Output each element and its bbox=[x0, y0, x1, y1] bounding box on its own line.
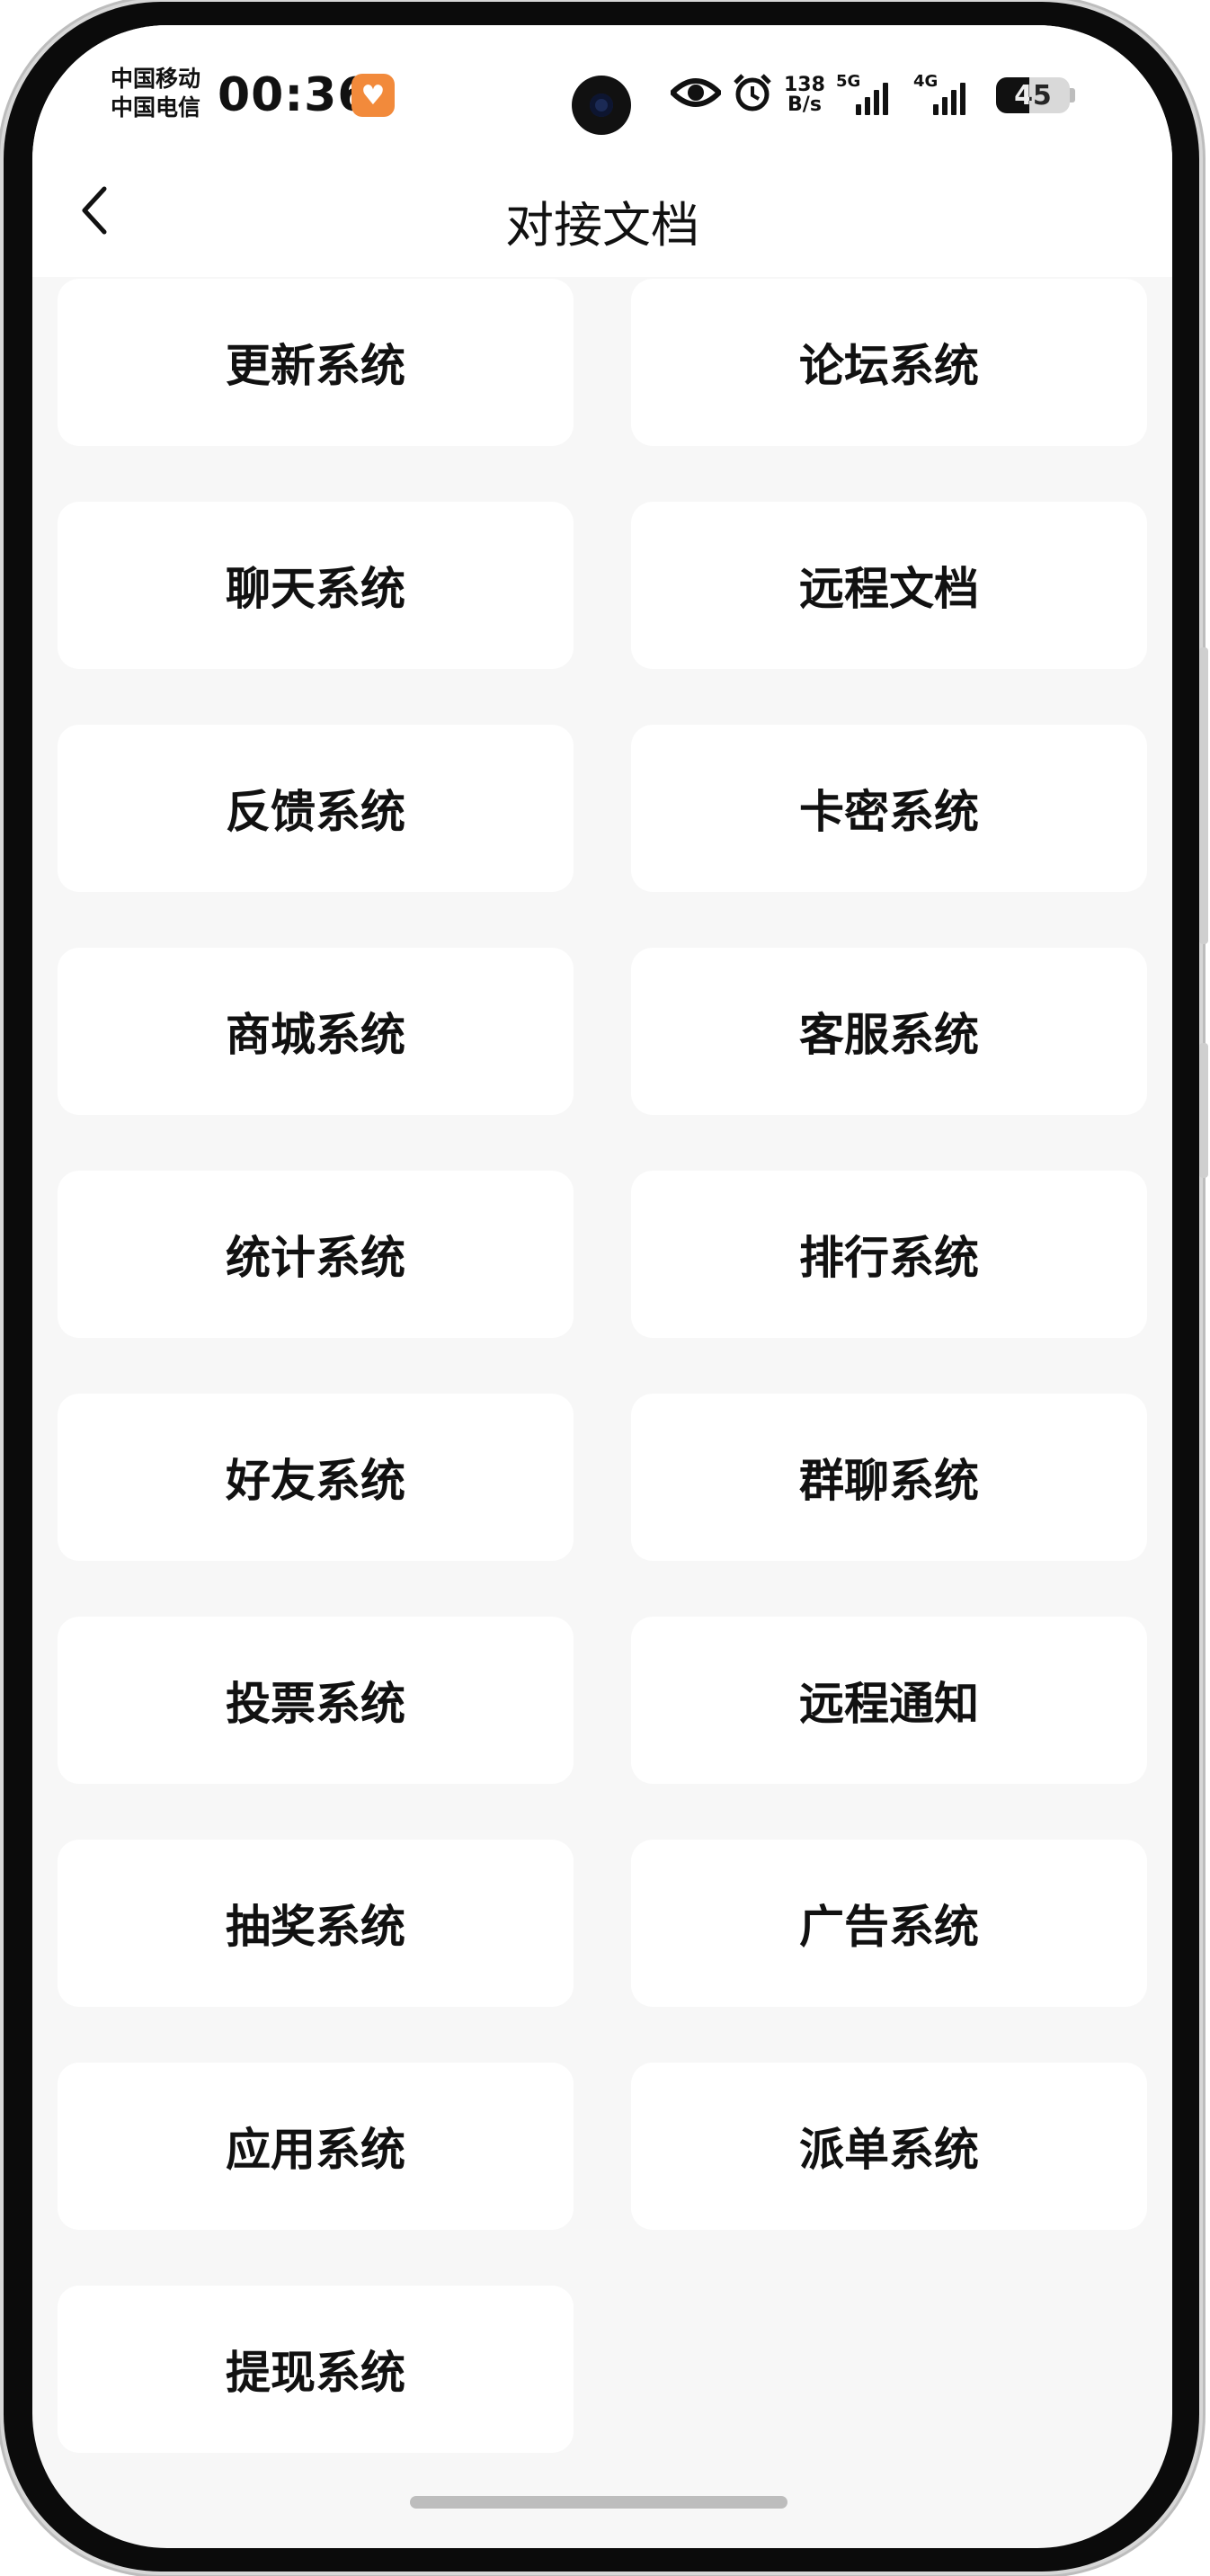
doc-card[interactable]: 卡密系统 bbox=[631, 725, 1147, 892]
signal-5g-label: 5G bbox=[835, 72, 861, 91]
signal-bar bbox=[941, 97, 948, 115]
doc-card[interactable]: 提现系统 bbox=[58, 2286, 574, 2453]
doc-card[interactable]: 远程文档 bbox=[631, 502, 1147, 669]
battery-tip bbox=[1069, 88, 1075, 103]
net-speed-value: 138 bbox=[784, 74, 825, 96]
doc-card-label: 好友系统 bbox=[226, 1455, 405, 1507]
signal-bar bbox=[882, 83, 888, 115]
doc-card[interactable]: 统计系统 bbox=[58, 1171, 574, 1338]
net-speed: 138 B/s bbox=[784, 76, 825, 115]
page-header: 对接文档 bbox=[32, 142, 1172, 277]
doc-card[interactable]: 排行系统 bbox=[631, 1171, 1147, 1338]
status-icons: 138 B/s 5G 4G 45 bbox=[668, 68, 1075, 122]
signal-4g-label: 4G bbox=[912, 72, 939, 91]
doc-card-label: 投票系统 bbox=[226, 1678, 405, 1730]
doc-card[interactable]: 商城系统 bbox=[58, 948, 574, 1115]
status-time: 00:36 bbox=[218, 68, 371, 122]
doc-card-label: 更新系统 bbox=[226, 340, 405, 392]
doc-card-label: 广告系统 bbox=[799, 1901, 979, 1953]
signal-bar bbox=[932, 104, 939, 115]
doc-card-label: 远程文档 bbox=[799, 563, 979, 615]
carrier-2: 中国电信 bbox=[111, 94, 201, 120]
doc-card[interactable]: 广告系统 bbox=[631, 1840, 1147, 2007]
doc-card[interactable]: 派单系统 bbox=[631, 2063, 1147, 2230]
battery-indicator: 45 bbox=[991, 77, 1075, 113]
camera-lens bbox=[590, 94, 613, 117]
signal-5g: 5G bbox=[836, 72, 903, 115]
doc-card-label: 聊天系统 bbox=[226, 563, 405, 615]
doc-card-label: 卡密系统 bbox=[799, 786, 979, 838]
doc-card[interactable]: 更新系统 bbox=[58, 279, 574, 446]
status-bar: 中国移动 中国电信 00:36 ♥ 138 B/s 5G 4G 45 bbox=[32, 25, 1172, 142]
doc-card-label: 反馈系统 bbox=[226, 786, 405, 838]
doc-card[interactable]: 抽奖系统 bbox=[58, 1840, 574, 2007]
doc-card[interactable]: 聊天系统 bbox=[58, 502, 574, 669]
doc-card[interactable]: 反馈系统 bbox=[58, 725, 574, 892]
home-indicator[interactable] bbox=[410, 2496, 787, 2509]
doc-grid: 更新系统 论坛系统聊天系统 远程文档反馈系统 卡密系统商城系统 客服系统统计系统 排行系统… bbox=[58, 279, 1147, 2453]
battery-percent: 45 bbox=[1014, 79, 1052, 111]
doc-card-label: 抽奖系统 bbox=[226, 1901, 405, 1953]
doc-card[interactable]: 论坛系统 bbox=[631, 279, 1147, 446]
alarm-icon bbox=[732, 72, 773, 120]
heart-icon: ♥ bbox=[351, 74, 395, 117]
doc-card-label: 客服系统 bbox=[799, 1009, 979, 1061]
volume-button bbox=[1199, 647, 1208, 944]
signal-4g: 4G bbox=[913, 72, 980, 115]
signal-bar bbox=[864, 97, 870, 115]
signal-bar bbox=[855, 104, 861, 115]
doc-card-label: 排行系统 bbox=[799, 1232, 979, 1284]
doc-card-label: 派单系统 bbox=[799, 2124, 979, 2176]
carrier-1: 中国移动 bbox=[111, 66, 201, 92]
doc-card[interactable]: 客服系统 bbox=[631, 948, 1147, 1115]
page-title: 对接文档 bbox=[505, 197, 699, 254]
doc-card[interactable]: 好友系统 bbox=[58, 1394, 574, 1561]
signal-bar bbox=[959, 83, 965, 115]
doc-card-label: 应用系统 bbox=[226, 2124, 405, 2176]
doc-card[interactable]: 群聊系统 bbox=[631, 1394, 1147, 1561]
doc-card-label: 统计系统 bbox=[226, 1232, 405, 1284]
screen: 中国移动 中国电信 00:36 ♥ 138 B/s 5G 4G 45 对接文档 … bbox=[32, 25, 1172, 2548]
signal-bar bbox=[950, 90, 956, 115]
doc-card[interactable]: 远程通知 bbox=[631, 1617, 1147, 1784]
front-camera bbox=[572, 76, 631, 135]
doc-card-label: 提现系统 bbox=[226, 2347, 405, 2399]
net-speed-unit: B/s bbox=[787, 94, 822, 116]
doc-card-label: 远程通知 bbox=[799, 1678, 979, 1730]
phone-device: 中国移动 中国电信 00:36 ♥ 138 B/s 5G 4G 45 对接文档 … bbox=[0, 0, 1210, 2576]
doc-card-label: 群聊系统 bbox=[799, 1455, 979, 1507]
power-button bbox=[1199, 1043, 1208, 1178]
doc-card[interactable]: 应用系统 bbox=[58, 2063, 574, 2230]
signal-bar bbox=[873, 90, 879, 115]
eye-icon bbox=[668, 75, 724, 117]
battery-icon: 45 bbox=[995, 77, 1070, 113]
doc-card[interactable]: 投票系统 bbox=[58, 1617, 574, 1784]
doc-card-label: 论坛系统 bbox=[799, 340, 979, 392]
carrier-info: 中国移动 中国电信 bbox=[111, 65, 200, 122]
doc-card-label: 商城系统 bbox=[226, 1009, 405, 1061]
